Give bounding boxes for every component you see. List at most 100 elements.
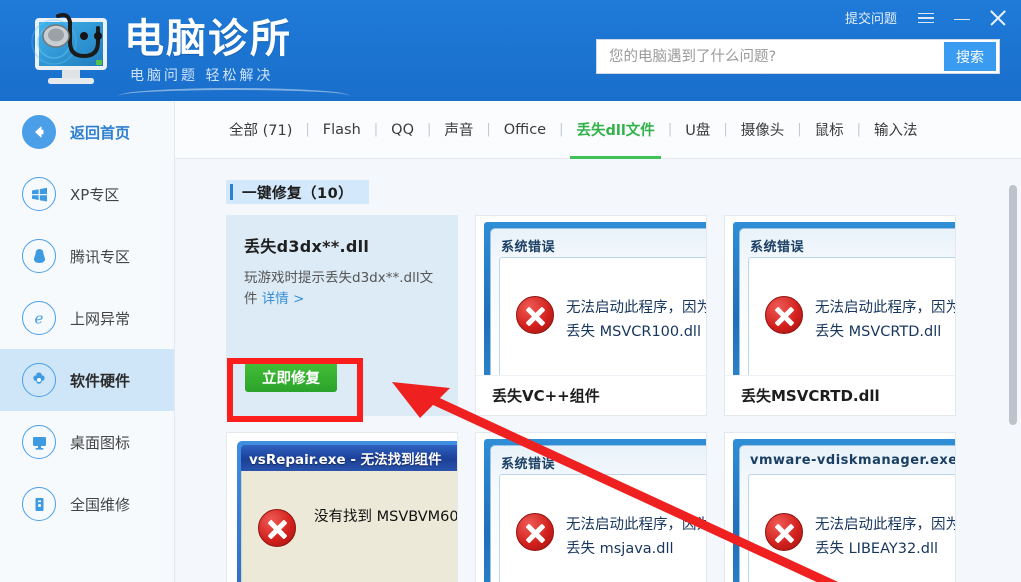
sidebar-item-home[interactable]: 返回首页	[0, 101, 174, 163]
dialog-message-line1: 没有找到 MSVBVM60.DLL	[314, 509, 458, 525]
dialog-message: 无法启动此程序，因为 丢失 MSVCR100.dll	[566, 296, 707, 344]
dialog-title: vmware-vdiskmanager.exe -	[750, 453, 956, 468]
featured-fix-card[interactable]: 丢失d3dx**.dll 玩游戏时提示丢失d3dx**.dll文件 详情 > 立…	[226, 215, 458, 416]
sidebar-item-tencent[interactable]: 腾讯专区	[0, 225, 174, 287]
card-caption: 丢失VC++组件	[476, 375, 706, 415]
section-accent-bar	[230, 184, 233, 200]
card-screenshot: vsRepair.exe - 无法找到组件 没有找到 MSVBVM60.DLL	[227, 433, 458, 582]
fix-now-button[interactable]: 立即修复	[245, 362, 337, 392]
issue-card-libeay32[interactable]: vmware-vdiskmanager.exe - 无法启动此程序，因为 丢失 …	[724, 432, 956, 582]
card-screenshot: 系统错误 无法启动此程序，因为 丢失 msjava.dll	[476, 433, 707, 582]
win7-error-dialog: 系统错误 无法启动此程序，因为 丢失 msjava.dll	[484, 439, 707, 582]
section-title: 一键修复（10）	[242, 185, 354, 202]
tab-separator: |	[797, 122, 802, 137]
error-cross-icon	[765, 296, 803, 334]
tab-separator: |	[305, 122, 310, 137]
dialog-message: 无法启动此程序，因为 丢失 MSVCRTD.dll	[815, 296, 955, 344]
app-slogan: 电脑问题 轻松解决	[130, 68, 274, 84]
monitor-stethoscope-icon	[20, 8, 120, 94]
vertical-scroll-thumb[interactable]	[1009, 185, 1017, 425]
tab-qq[interactable]: QQ	[389, 122, 416, 138]
minimize-icon[interactable]	[951, 7, 973, 29]
hamburger-menu-icon[interactable]	[915, 7, 937, 29]
search-input[interactable]	[597, 40, 944, 73]
close-icon[interactable]	[987, 7, 1009, 29]
dialog-title: 系统错误	[501, 240, 556, 255]
submit-issue-link[interactable]: 提交问题	[841, 6, 901, 29]
search-bar: 搜索	[596, 39, 1000, 74]
card-description: 玩游戏时提示丢失d3dx**.dll文件 详情 >	[244, 268, 442, 310]
sidebar-item-network[interactable]: e 上网异常	[0, 287, 174, 349]
dialog-message-line2: 丢失 msjava.dll	[566, 541, 674, 557]
desktop-monitor-icon	[22, 425, 56, 459]
dialog-message-line2: 丢失 MSVCR100.dll	[566, 324, 701, 340]
dialog-message-line1: 无法启动此程序，因为	[566, 517, 707, 533]
issue-card-vcpp[interactable]: 系统错误 无法启动此程序，因为 丢失 MSVCR100.dll 丢失VC++组件	[475, 215, 707, 416]
sidebar-item-label: 桌面图标	[70, 433, 131, 452]
dialog-title: vsRepair.exe - 无法找到组件	[241, 445, 457, 471]
dialog-message-line2: 丢失 MSVCRTD.dll	[815, 324, 942, 340]
sidebar-item-nationwide-repair[interactable]: 全国维修	[0, 473, 174, 535]
dialog-message-line2: 丢失 LIBEAY32.dll	[815, 541, 939, 557]
card-row: vsRepair.exe - 无法找到组件 没有找到 MSVBVM60.DLL	[226, 432, 996, 582]
app-window: 电脑诊所 电脑问题 轻松解决 提交问题 搜索 返回首页	[0, 0, 1021, 582]
dialog-message-line1: 无法启动此程序，因为	[566, 300, 707, 316]
tab-missing-dll[interactable]: 丢失dll文件	[570, 119, 662, 159]
sidebar-item-desktop-icons[interactable]: 桌面图标	[0, 411, 174, 473]
sidebar-item-software-hardware[interactable]: 软件硬件	[0, 349, 174, 411]
tab-separator: |	[856, 122, 861, 137]
card-grid: 丢失d3dx**.dll 玩游戏时提示丢失d3dx**.dll文件 详情 > 立…	[226, 215, 996, 582]
windows-logo-icon	[22, 177, 56, 211]
internet-explorer-icon: e	[22, 301, 56, 335]
tab-separator: |	[723, 122, 728, 137]
sidebar-item-label: 软件硬件	[70, 371, 131, 390]
dialog-message-line1: 无法启动此程序，因为	[815, 517, 956, 533]
sidebar-item-label: 上网异常	[70, 309, 131, 328]
back-arrow-icon	[22, 115, 56, 149]
tab-separator: |	[667, 122, 673, 137]
dialog-title: 系统错误	[750, 240, 805, 255]
tab-mouse[interactable]: 鼠标	[813, 119, 846, 140]
win7-error-dialog: 系统错误 无法启动此程序，因为 丢失 MSVCR100.dll	[484, 222, 707, 376]
tab-office[interactable]: Office	[502, 122, 548, 138]
win7-error-dialog: 系统错误 无法启动此程序，因为 丢失 MSVCRTD.dll	[733, 222, 955, 376]
dialog-message: 无法启动此程序，因为 丢失 msjava.dll	[566, 513, 707, 561]
search-button[interactable]: 搜索	[944, 42, 996, 71]
category-tabs: 全部 (71) | Flash | QQ | 声音 | Office | 丢失d…	[175, 101, 1021, 159]
tab-usb-drive[interactable]: U盘	[683, 119, 712, 140]
issue-card-msvbvm60[interactable]: vsRepair.exe - 无法找到组件 没有找到 MSVBVM60.DLL	[226, 432, 458, 582]
vertical-scrollbar[interactable]	[1005, 160, 1021, 582]
pc-tower-icon	[22, 487, 56, 521]
sidebar-item-xp[interactable]: XP专区	[0, 163, 174, 225]
puzzle-gear-icon	[22, 363, 56, 397]
section-header-one-click-fix: 一键修复（10）	[226, 180, 370, 204]
issue-card-msvcrtd[interactable]: 系统错误 无法启动此程序，因为 丢失 MSVCRTD.dll 丢失MSVCRTD…	[724, 215, 956, 416]
sidebar-item-label: XP专区	[70, 185, 120, 204]
tab-separator: |	[486, 122, 491, 137]
error-cross-icon	[516, 296, 554, 334]
card-screenshot: vmware-vdiskmanager.exe - 无法启动此程序，因为 丢失 …	[725, 433, 956, 582]
tab-sound[interactable]: 声音	[442, 119, 475, 140]
tab-input-method[interactable]: 输入法	[872, 119, 920, 140]
winxp-error-dialog: vsRepair.exe - 无法找到组件 没有找到 MSVBVM60.DLL	[237, 441, 458, 582]
tab-all[interactable]: 全部 (71)	[227, 119, 294, 140]
qq-penguin-icon	[22, 239, 56, 273]
card-screenshot: 系统错误 无法启动此程序，因为 丢失 MSVCR100.dll	[476, 216, 707, 376]
tab-separator: |	[426, 122, 432, 137]
tab-separator: |	[559, 122, 564, 137]
card-title: 丢失d3dx**.dll	[244, 237, 370, 256]
card-details-link[interactable]: 详情 >	[262, 291, 305, 307]
dialog-title: 系统错误	[501, 457, 556, 472]
main-panel: 全部 (71) | Flash | QQ | 声音 | Office | 丢失d…	[175, 101, 1021, 582]
issue-card-msjava[interactable]: 系统错误 无法启动此程序，因为 丢失 msjava.dll	[475, 432, 707, 582]
window-controls: 提交问题	[841, 6, 1009, 29]
error-cross-icon	[765, 513, 803, 551]
sidebar-item-label: 全国维修	[70, 495, 131, 514]
sidebar-item-label: 返回首页	[70, 123, 131, 142]
tab-flash[interactable]: Flash	[321, 122, 363, 138]
brand-logo: 电脑诊所 电脑问题 轻松解决	[20, 8, 292, 94]
win7-error-dialog: vmware-vdiskmanager.exe - 无法启动此程序，因为 丢失 …	[733, 439, 956, 582]
card-row: 丢失d3dx**.dll 玩游戏时提示丢失d3dx**.dll文件 详情 > 立…	[226, 215, 996, 416]
card-screenshot: 系统错误 无法启动此程序，因为 丢失 MSVCRTD.dll	[725, 216, 955, 376]
tab-webcam[interactable]: 摄像头	[739, 119, 787, 140]
